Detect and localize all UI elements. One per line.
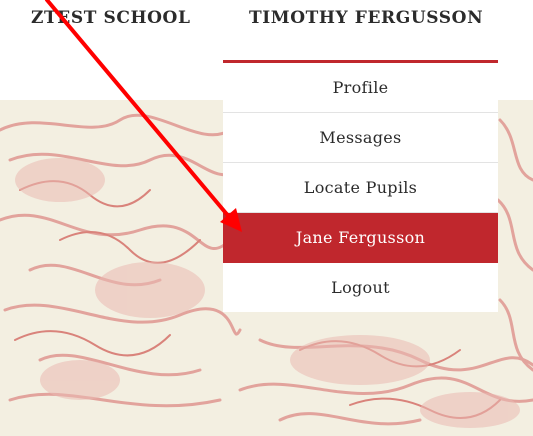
menu-item-jane-fergusson[interactable]: Jane Fergusson	[223, 213, 498, 263]
user-menu-toggle[interactable]: TIMOTHY FERGUSSON	[249, 8, 483, 28]
school-name-link[interactable]: ZTEST SCHOOL	[31, 8, 191, 28]
user-dropdown-menu: Profile Messages Locate Pupils Jane Ferg…	[223, 60, 498, 312]
menu-item-profile[interactable]: Profile	[223, 63, 498, 113]
top-navigation-bar: ZTEST SCHOOL TIMOTHY FERGUSSON	[0, 0, 533, 40]
menu-item-locate-pupils[interactable]: Locate Pupils	[223, 163, 498, 213]
menu-item-logout[interactable]: Logout	[223, 263, 498, 312]
menu-item-messages[interactable]: Messages	[223, 113, 498, 163]
